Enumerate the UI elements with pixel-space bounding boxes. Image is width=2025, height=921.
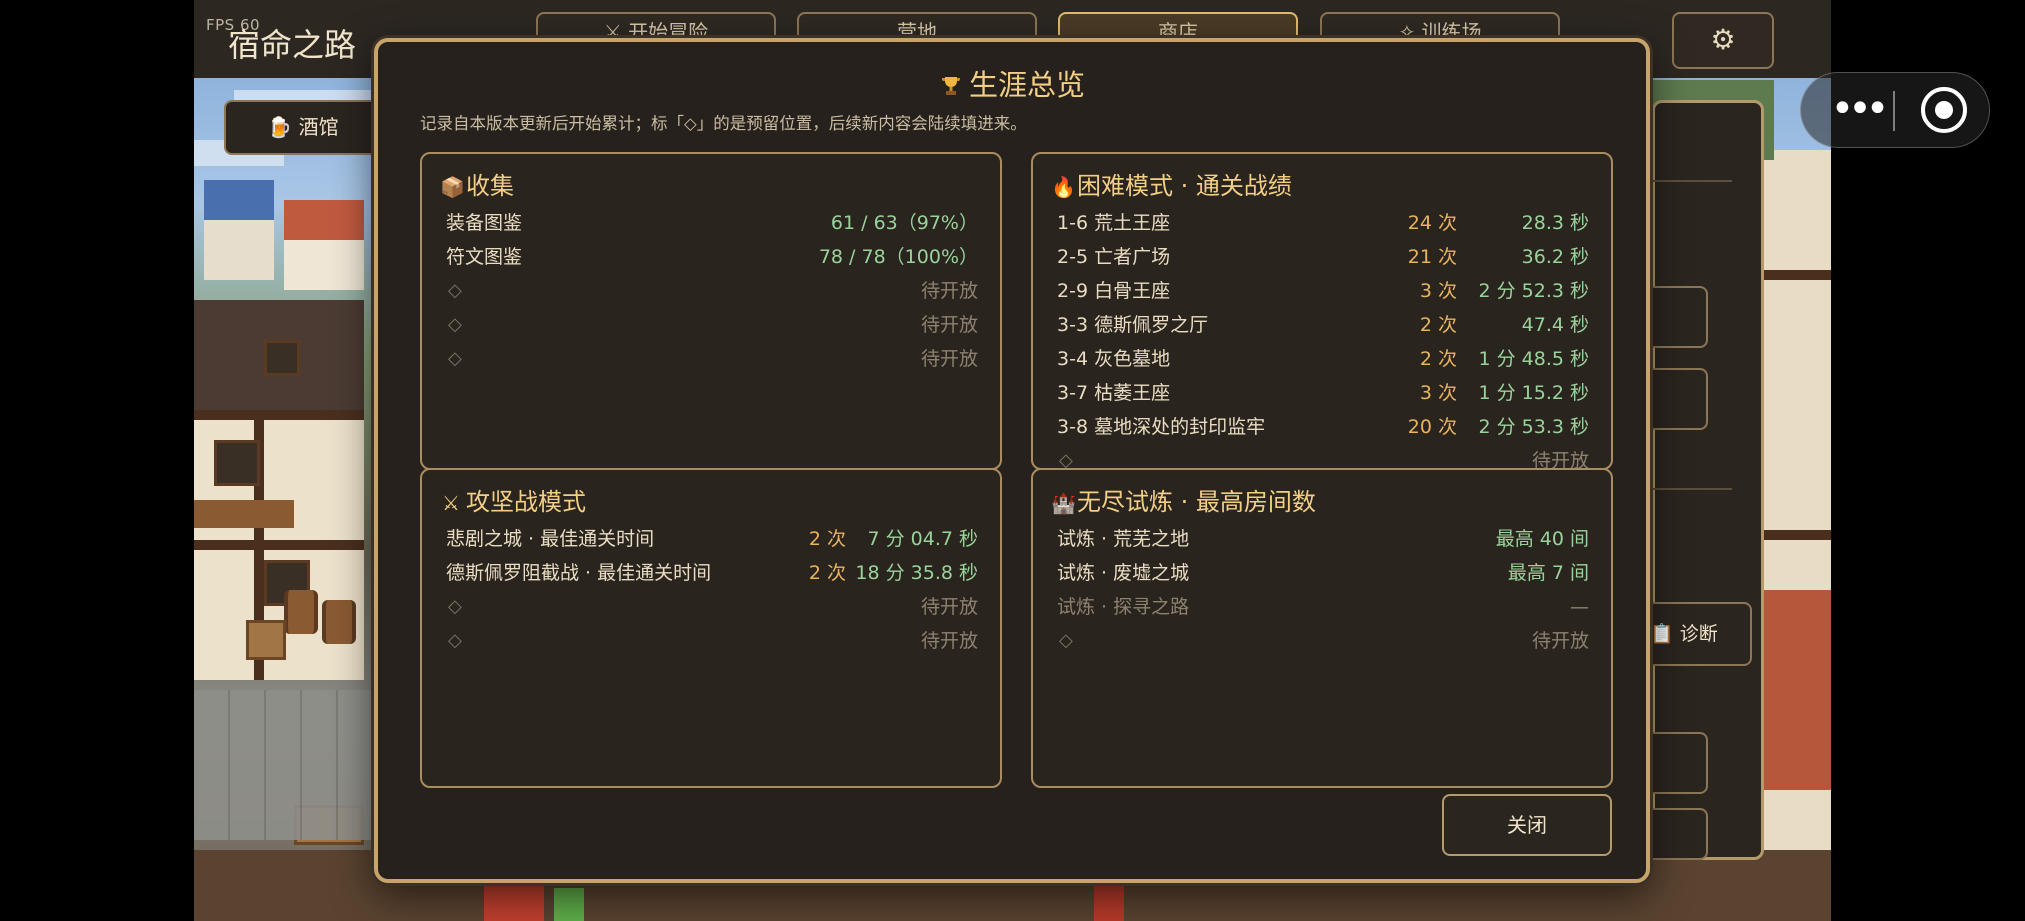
table-row: 2-9 白骨王座 3 次 2 分 52.3 秒 (1057, 280, 1589, 302)
table-row: 1-6 荒土王座 24 次 28.3 秒 (1057, 212, 1589, 234)
table-row: 悲剧之城 · 最佳通关时间 2 次 7 分 04.7 秒 (446, 528, 978, 550)
crate (246, 620, 286, 660)
crossed-swords-icon: ⚔ (442, 491, 460, 515)
side-divider (1652, 180, 1732, 182)
placeholder-row: ◇ 待开放 (448, 630, 978, 652)
table-row: 3-4 灰色墓地 2 次 1 分 48.5 秒 (1057, 348, 1589, 370)
placeholder-row: ◇ 待开放 (448, 314, 978, 336)
distant-houses (194, 180, 384, 300)
placeholder-row: ◇ 待开放 (1059, 450, 1589, 470)
table-row: 2-5 亡者广场 21 次 36.2 秒 (1057, 246, 1589, 268)
barrel (284, 590, 318, 634)
right-timber-house (1754, 150, 1831, 850)
hard-mode-card: 🔥困难模式 · 通关战绩 1-6 荒土王座 24 次 28.3 秒 2-5 亡者… (1031, 152, 1613, 470)
endless-trial-card: 🏰无尽试炼 · 最高房间数 试炼 · 荒芜之地 最高 40 间 试炼 · 废墟之… (1031, 468, 1613, 788)
modal-subtitle: 记录自本版本更新后开始累计；标「◇」的是预留位置，后续新内容会陆续填进来。 (420, 114, 1027, 133)
list-item: 试炼 · 废墟之城 最高 7 间 (1057, 562, 1589, 584)
game-title: 宿命之路 (228, 26, 357, 64)
siege-title: ⚔ 攻坚战模式 (440, 482, 586, 517)
close-miniprogram-icon[interactable] (1921, 87, 1967, 133)
castle-icon: 🏰 (1051, 491, 1076, 515)
placeholder-row: ◇ 待开放 (448, 280, 978, 302)
cobblestone-street (194, 690, 384, 840)
side-button[interactable] (1640, 286, 1708, 348)
barrel (322, 600, 356, 644)
placeholder-row: ◇ 待开放 (448, 596, 978, 618)
list-item: 装备图鉴 61 / 63（97%） (446, 212, 978, 234)
hard-mode-title: 🔥困难模式 · 通关战绩 (1051, 172, 1292, 200)
side-divider (1652, 488, 1732, 490)
miniprogram-capsule: ••• (1800, 72, 1990, 148)
table-row: 3-7 枯萎王座 3 次 1 分 15.2 秒 (1057, 382, 1589, 404)
side-button[interactable] (1640, 808, 1708, 860)
side-button[interactable] (1640, 368, 1708, 430)
list-item: 符文图鉴 78 / 78（100%） (446, 246, 978, 268)
settings-button[interactable]: ⚙ (1672, 12, 1774, 69)
table-row: 3-8 墓地深处的封印监牢 20 次 2 分 53.3 秒 (1057, 416, 1589, 438)
box-icon: 📦 (440, 175, 465, 199)
market-fruit (484, 880, 544, 921)
siege-card: ⚔ 攻坚战模式 悲剧之城 · 最佳通关时间 2 次 7 分 04.7 秒 德斯佩罗… (420, 468, 1002, 788)
side-button[interactable] (1640, 732, 1708, 794)
endless-title: 🏰无尽试炼 · 最高房间数 (1051, 488, 1316, 516)
collection-title: 📦收集 (440, 172, 514, 200)
market-pole (1094, 885, 1124, 921)
modal-title: 生涯总览 (968, 68, 1085, 102)
table-row: 德斯佩罗阻截战 · 最佳通关时间 2 次 18 分 35.8 秒 (446, 562, 978, 584)
collection-card: 📦收集 装备图鉴 61 / 63（97%） 符文图鉴 78 / 78（100%）… (420, 152, 1002, 470)
placeholder-row: ◇ 待开放 (1059, 630, 1589, 652)
table-row: 3-3 德斯佩罗之厅 2 次 47.4 秒 (1057, 314, 1589, 336)
list-item: 试炼 · 荒芜之地 最高 40 间 (1057, 528, 1589, 550)
fire-icon: 🔥 (1051, 175, 1076, 199)
capsule-divider (1893, 91, 1895, 131)
more-icon[interactable]: ••• (1825, 89, 1890, 133)
market-fruit (554, 888, 584, 921)
close-button[interactable]: 关闭 (1442, 794, 1612, 856)
modal-title-bar: 生涯总览 (378, 62, 1646, 104)
list-item: 试炼 · 探寻之路 — (1057, 596, 1589, 618)
trophy-icon (941, 77, 960, 95)
career-overview-modal: 生涯总览 记录自本版本更新后开始累计；标「◇」的是预留位置，后续新内容会陆续填进… (374, 38, 1650, 883)
placeholder-row: ◇ 待开放 (448, 348, 978, 370)
gear-icon: ⚙ (1710, 23, 1736, 56)
tavern-button[interactable]: 🍺 酒馆 (224, 100, 382, 155)
